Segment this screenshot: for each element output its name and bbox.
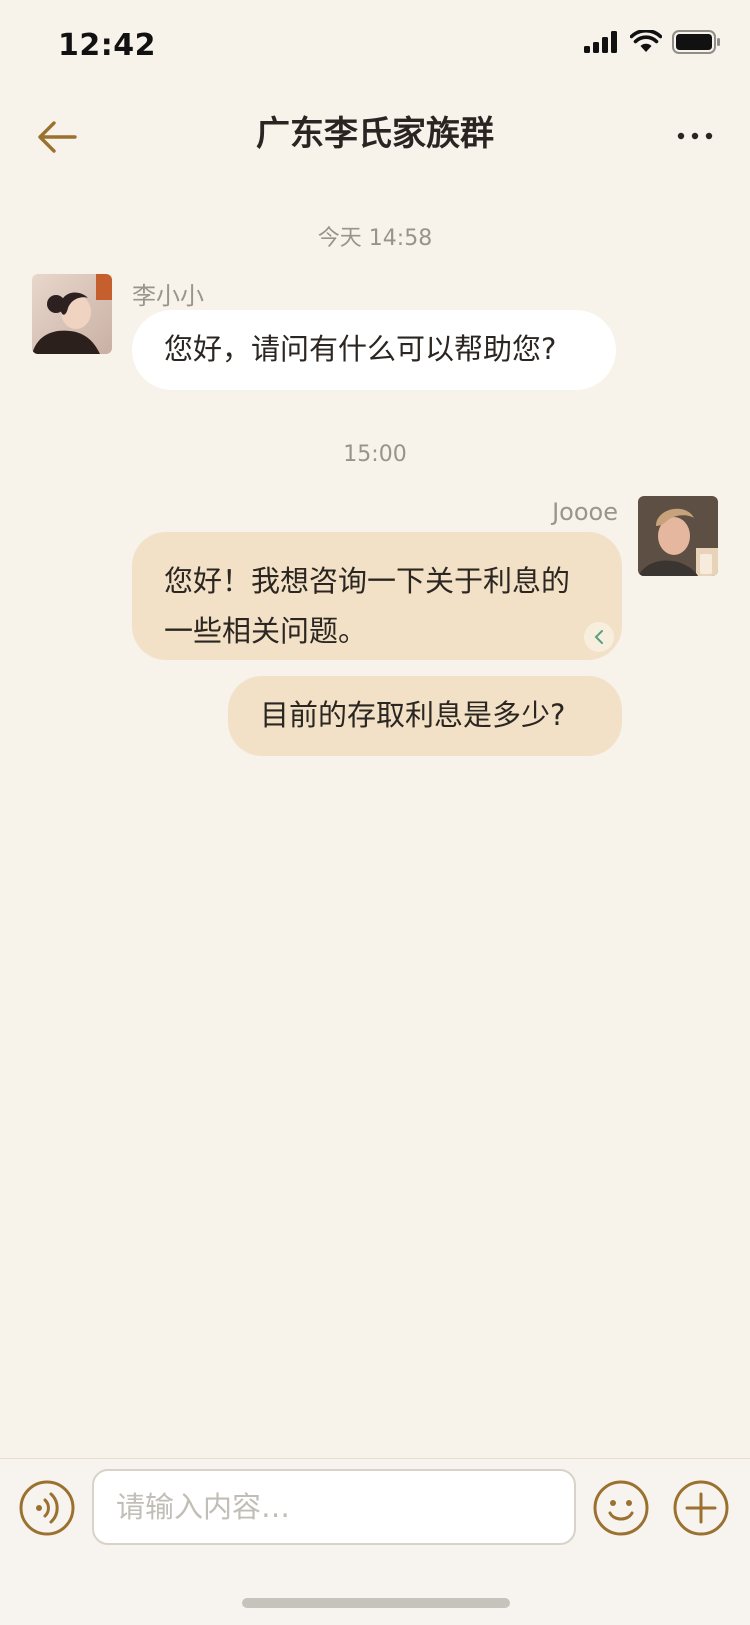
emoji-icon — [593, 1480, 649, 1536]
avatar-image — [638, 496, 718, 576]
timestamp: 15:00 — [343, 442, 407, 467]
plus-button[interactable] — [672, 1479, 730, 1537]
more-button[interactable] — [670, 114, 720, 158]
avatar-outgoing[interactable] — [638, 496, 718, 576]
voice-icon — [19, 1480, 75, 1536]
message-input[interactable] — [92, 1469, 576, 1545]
voice-button[interactable] — [18, 1479, 76, 1537]
chat-title: 广东李氏家族群 — [256, 114, 494, 154]
message-bubble-outgoing[interactable]: 您好！我想咨询一下关于利息的 一些相关问题。 — [132, 532, 622, 660]
status-bar: 12:42 — [0, 0, 750, 92]
plus-icon — [673, 1480, 729, 1536]
message-text: 目前的存取利息是多少? — [260, 698, 566, 732]
more-icon — [677, 132, 713, 140]
chevron-left-icon[interactable] — [584, 622, 614, 652]
emoji-button[interactable] — [592, 1479, 650, 1537]
nav-bar: 广东李氏家族群 — [0, 92, 750, 178]
message-text: 您好，请问有什么可以帮助您? — [164, 332, 557, 366]
avatar-image — [32, 274, 112, 354]
message-text-line: 您好！我想咨询一下关于利息的 — [164, 564, 571, 598]
signal-icon — [584, 31, 617, 53]
message-bubble-outgoing[interactable]: 目前的存取利息是多少? — [228, 676, 622, 756]
home-indicator — [242, 1598, 510, 1608]
avatar-incoming[interactable] — [32, 274, 112, 354]
sender-name-outgoing: Joooe — [552, 498, 618, 526]
timestamp: 今天 14:58 — [317, 226, 433, 251]
status-icons — [584, 30, 720, 54]
status-time: 12:42 — [58, 28, 156, 63]
sender-name-incoming: 李小小 — [132, 282, 204, 310]
message-text-line: 一些相关问题。 — [164, 614, 368, 648]
message-bubble-incoming[interactable]: 您好，请问有什么可以帮助您? — [132, 310, 616, 390]
wifi-icon — [630, 30, 662, 52]
battery-icon — [672, 30, 720, 54]
